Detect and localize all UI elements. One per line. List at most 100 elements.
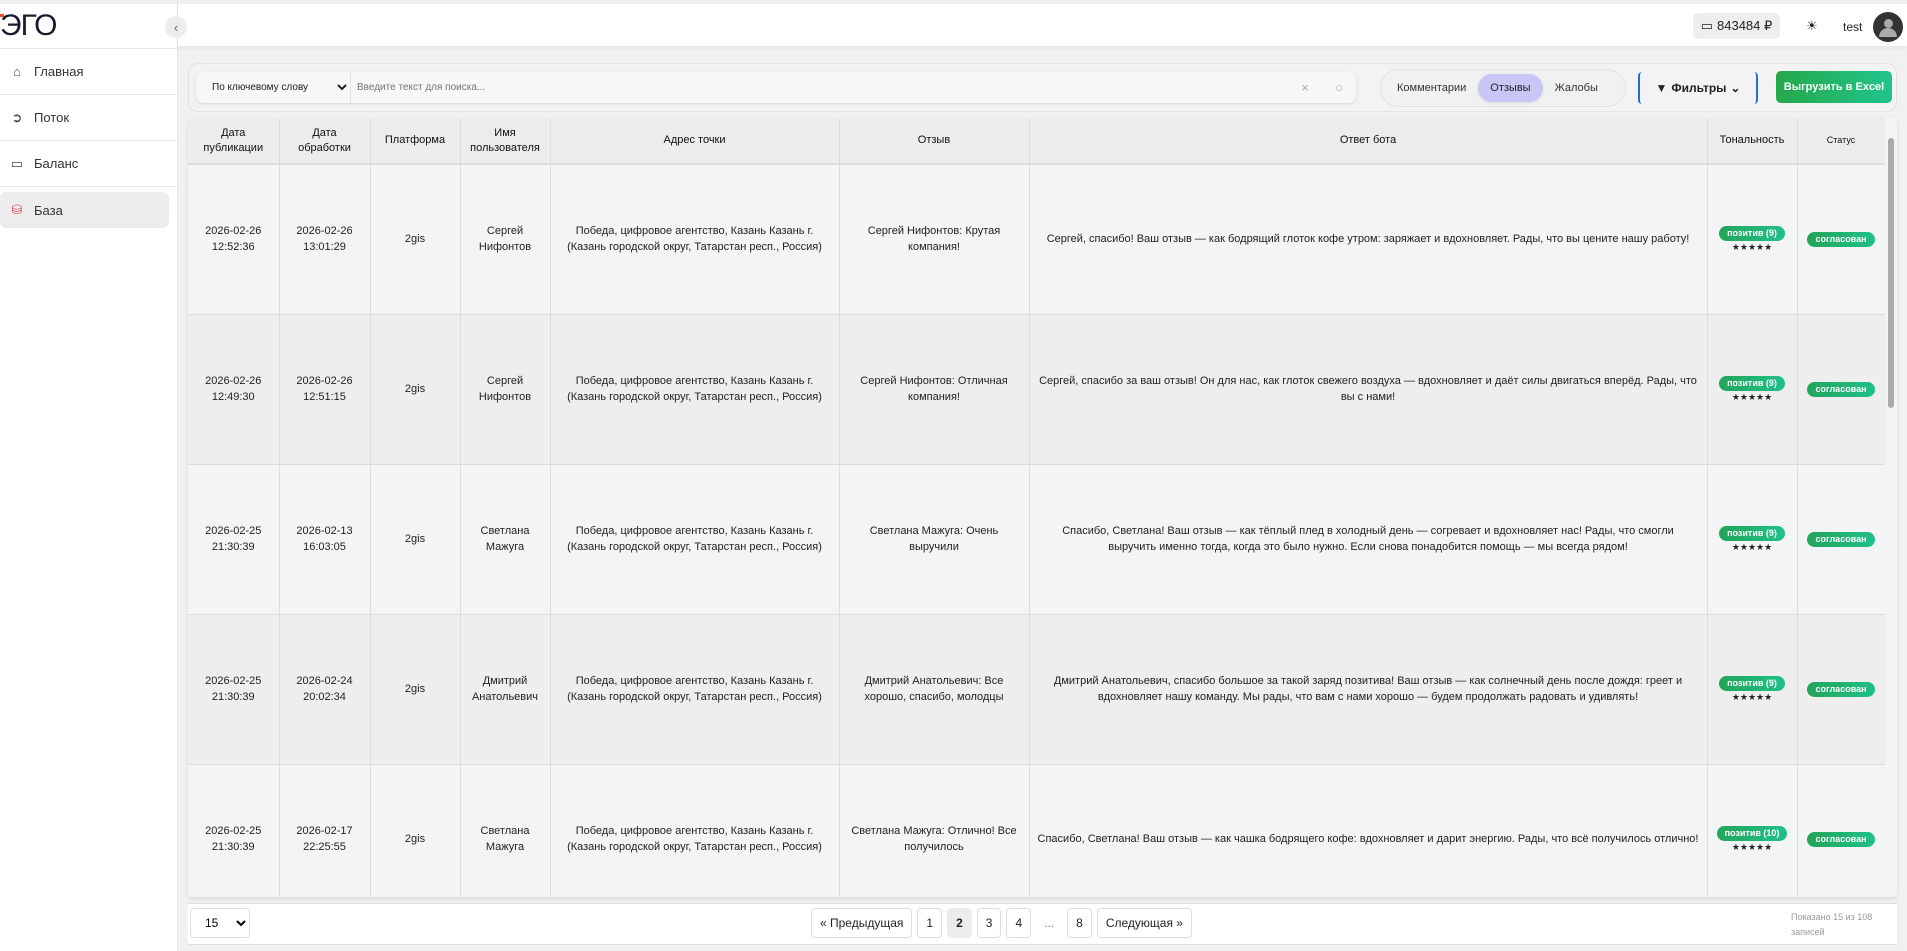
cell-platform: 2gis [370, 164, 461, 315]
cell-proc: 2026-02-17 22:25:55 [279, 764, 371, 897]
records-shown: Показано 15 из 108 записей [1791, 912, 1873, 937]
balance-value: 843484 ₽ [1717, 18, 1773, 33]
cell-proc: 2026-02-24 20:02:34 [279, 614, 371, 765]
tone-badge: позитив (9) [1719, 376, 1785, 391]
tone-badge: позитив (9) [1719, 676, 1785, 691]
cell-review: Дмитрий Анатольевич: Все хорошо, спасибо… [839, 614, 1030, 765]
column-header: Отзыв [839, 118, 1030, 165]
balance-badge[interactable]: ▭ 843484 ₽ [1693, 13, 1780, 39]
collapse-sidebar-button[interactable]: ‹ [165, 16, 187, 38]
cell-user: Светлана Мажуга [460, 464, 551, 615]
chevron-down-icon: ⌄ [1730, 81, 1741, 95]
table-row[interactable]: 2026-02-25 21:30:39 2026-02-13 16:03:05 2g… [188, 464, 1886, 615]
status-badge[interactable]: согласован [1807, 382, 1875, 397]
cell-platform: 2gis [370, 314, 461, 465]
filters-button[interactable]: ▼ Фильтры ⌄ [1638, 72, 1758, 104]
prev-page-button[interactable]: « Предыдущая [811, 908, 913, 938]
page-1[interactable]: 1 [917, 908, 943, 938]
column-header: Статус [1797, 118, 1886, 165]
search-input[interactable] [351, 82, 1288, 93]
page-4[interactable]: 4 [1006, 908, 1032, 938]
column-header: Имя пользователя [460, 118, 551, 165]
table-row[interactable]: 2026-02-26 12:52:36 2026-02-26 13:01:29 2g… [188, 164, 1886, 315]
cell-proc: 2026-02-26 13:01:29 [279, 164, 371, 315]
cell-review: Сергей Нифонтов: Отличная компания! [839, 314, 1030, 465]
cell-platform: 2gis [370, 614, 461, 765]
sidebar-item-label: Поток [34, 110, 70, 125]
table-scrollbar[interactable] [1885, 118, 1897, 897]
theme-toggle-sun-icon[interactable]: ☀ [1806, 18, 1818, 34]
table-row[interactable]: 2026-02-25 21:30:39 2026-02-24 20:02:34 2g… [188, 614, 1886, 765]
cell-address: Победа, цифровое агентство, Казань Казан… [550, 464, 840, 615]
pagination: 15 « Предыдущая 1 2 3 4... 8 Следующая » Показ… [188, 903, 1897, 945]
cell-tone: позитив (9) ★★★★★ [1707, 614, 1798, 765]
column-header: Тональность [1707, 118, 1798, 165]
status-badge[interactable]: согласован [1807, 232, 1875, 248]
filters-label: Фильтры [1671, 81, 1727, 95]
cell-review: Светлана Мажуга: Очень выручили [839, 464, 1030, 615]
sidebar: ЭГО ⌂ Главная ➲ Поток ▭ Баланс ⛁ База [0, 0, 178, 951]
clear-icon[interactable]: × [1288, 80, 1322, 95]
cell-status: согласован [1797, 464, 1886, 615]
username: test [1843, 20, 1863, 34]
cell-review: Светлана Мажуга: Отлично! Все получилось [839, 764, 1030, 897]
cell-user: Светлана Мажуга [460, 764, 551, 897]
status-badge[interactable]: согласован [1807, 682, 1875, 697]
column-header: Адрес точки [550, 118, 840, 165]
toolbar: По ключевому слову × ○ Комментарии Отзыв… [188, 63, 1897, 112]
sidebar-item-stream[interactable]: ➲ Поток [0, 95, 177, 141]
table-row[interactable]: 2026-02-26 12:49:30 2026-02-26 12:51:15 2g… [188, 314, 1886, 465]
cell-reply: Дмитрий Анатольевич, спасибо большое за … [1029, 614, 1708, 765]
cell-tone: позитив (9) ★★★★★ [1707, 314, 1798, 465]
search-bar: По ключевому слову × ○ [196, 72, 1356, 103]
top-header: ▭ 843484 ₽ ☀ test [178, 0, 1907, 46]
cell-reply: Сергей, спасибо! Ваш отзыв — как бодрящи… [1029, 164, 1708, 315]
cell-platform: 2gis [370, 464, 461, 615]
page-3[interactable]: 3 [976, 908, 1002, 938]
star-rating: ★★★★★ [1731, 542, 1773, 552]
wallet-icon: ▭ [10, 155, 24, 171]
cell-platform: 2gis [370, 764, 461, 897]
sidebar-item-label: Баланс [34, 156, 79, 171]
cell-address: Победа, цифровое агентство, Казань Казан… [550, 314, 840, 465]
per-page-select[interactable]: 15 [190, 908, 250, 938]
tab-reviews[interactable]: Отзывы [1478, 74, 1543, 102]
tab-complaints[interactable]: Жалобы [1543, 74, 1610, 102]
cell-status: согласован [1797, 764, 1886, 897]
column-header: Ответ бота [1029, 118, 1708, 165]
tone-badge: позитив (9) [1719, 526, 1785, 541]
cell-pub: 2026-02-26 12:52:36 [188, 164, 280, 315]
cell-pub: 2026-02-25 21:30:39 [188, 614, 280, 765]
cell-address: Победа, цифровое агентство, Казань Казан… [550, 764, 840, 897]
page-8[interactable]: 8 [1067, 908, 1092, 938]
avatar[interactable] [1873, 12, 1903, 42]
page-2[interactable]: 2 [947, 908, 972, 938]
next-page-button[interactable]: Следующая » [1096, 908, 1192, 938]
reviews-table: Дата публикации Дата обработки Платформа Им… [188, 118, 1897, 897]
tone-badge: позитив (9) [1719, 226, 1785, 242]
sidebar-item-database[interactable]: ⛁ База [0, 192, 169, 228]
wallet-icon: ▭ [1700, 18, 1714, 33]
export-excel-button[interactable]: Выгрузить в Excel [1776, 71, 1892, 103]
tab-comments[interactable]: Комментарии [1385, 74, 1478, 102]
logo-text: ЭГО [0, 9, 57, 42]
cell-user: Сергей Нифонтов [460, 314, 551, 465]
cell-proc: 2026-02-13 16:03:05 [279, 464, 371, 615]
status-badge[interactable]: согласован [1807, 532, 1875, 547]
star-rating: ★★★★★ [1731, 242, 1773, 253]
table-row[interactable]: 2026-02-25 21:30:39 2026-02-17 22:25:55 2g… [188, 764, 1886, 897]
column-header: Дата обработки [279, 118, 371, 165]
chevron-left-icon: ‹ [173, 19, 179, 35]
sidebar-item-label: Главная [34, 64, 84, 79]
sidebar-item-home[interactable]: ⌂ Главная [0, 49, 177, 95]
cell-address: Победа, цифровое агентство, Казань Казан… [550, 614, 840, 765]
search-icon[interactable]: ○ [1322, 80, 1356, 95]
home-icon: ⌂ [13, 64, 21, 79]
status-badge[interactable]: согласован [1807, 832, 1875, 847]
sidebar-item-label: База [34, 202, 63, 218]
cell-reply: Сергей, спасибо за ваш отзыв! Он для нас… [1029, 314, 1708, 465]
page-ellipsis: ... [1036, 908, 1063, 938]
sidebar-item-balance[interactable]: ▭ Баланс [0, 141, 177, 187]
search-mode-select[interactable]: По ключевому слову [196, 72, 351, 103]
cell-pub: 2026-02-25 21:30:39 [188, 464, 280, 615]
